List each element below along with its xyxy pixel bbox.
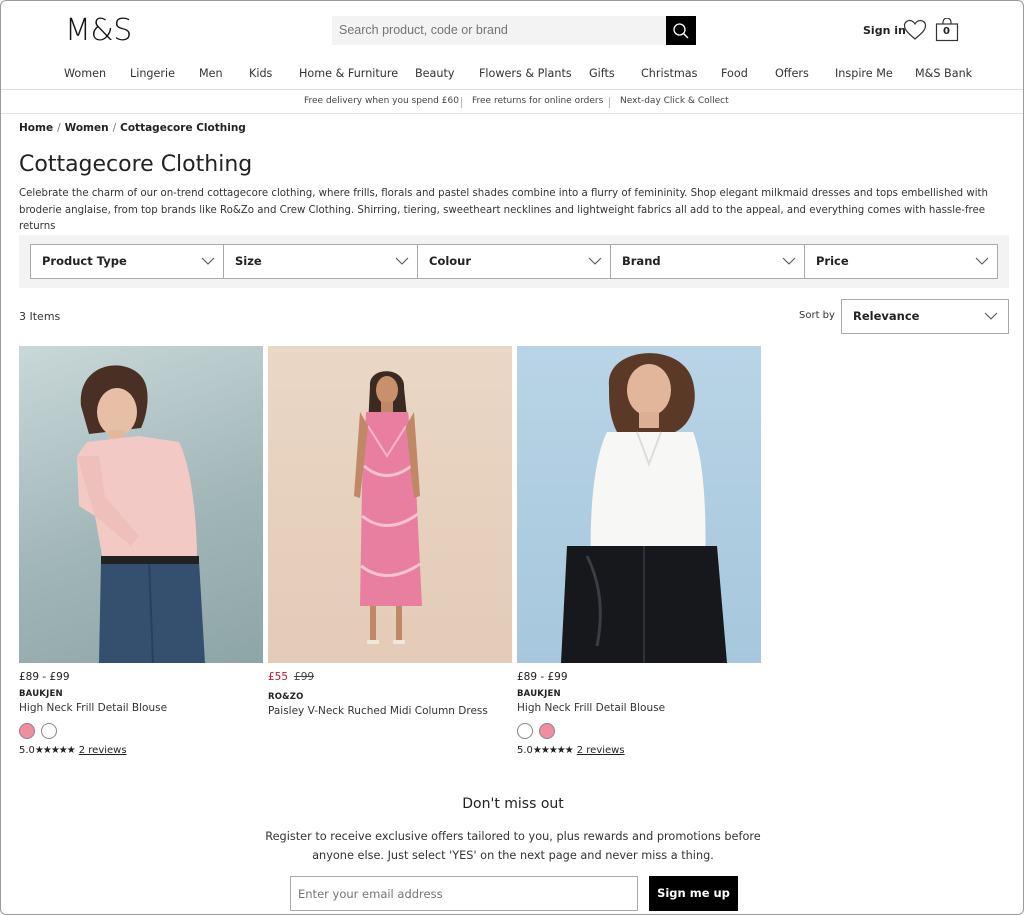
product-image[interactable] <box>268 346 512 663</box>
filter-size[interactable]: Size <box>223 244 418 279</box>
model-blouse-white-illustration <box>561 353 727 663</box>
usp-separator <box>609 97 610 108</box>
breadcrumb-women[interactable]: Women <box>65 122 109 134</box>
swatch-pink[interactable] <box>539 723 555 739</box>
product-card[interactable]: £55 £99 RO&ZO Paisley V-Neck Ruched Midi … <box>268 346 512 717</box>
usp-click-collect[interactable]: Next-day Click & Collect <box>620 96 729 106</box>
nav-item-women[interactable]: Women <box>64 67 106 80</box>
sign-me-up-button[interactable]: Sign me up <box>649 876 738 911</box>
chevron-down-icon <box>588 257 602 265</box>
sort-select[interactable]: Relevance <box>841 299 1009 334</box>
breadcrumb-separator: / <box>57 122 61 134</box>
filter-label: Colour <box>429 254 472 268</box>
breadcrumb-separator: / <box>112 122 117 134</box>
product-rating: 5.0★★★★★ 2 reviews <box>517 745 625 756</box>
nav-divider <box>1 89 1023 90</box>
sort-value: Relevance <box>853 309 920 323</box>
heart-icon <box>903 19 927 40</box>
nav-item-home-furniture[interactable]: Home & Furniture <box>299 67 398 80</box>
filter-label: Brand <box>622 254 661 268</box>
colour-swatches <box>19 723 57 739</box>
product-name[interactable]: Paisley V-Neck Ruched Midi Column Dress <box>268 705 488 717</box>
product-name[interactable]: High Neck Frill Detail Blouse <box>517 702 665 714</box>
search-input[interactable] <box>332 16 666 45</box>
star-rating-icon: ★★★★★ <box>34 745 76 756</box>
model-blouse-pink-illustration <box>77 365 205 663</box>
page-frame: M&S Sign in 0 Women Lingerie Men Kids Ho… <box>0 0 1024 915</box>
star-rating-icon: ★★★★★ <box>532 745 574 756</box>
chevron-down-icon <box>782 257 796 265</box>
ms-logo[interactable]: M&S <box>65 13 132 48</box>
nav-item-gifts[interactable]: Gifts <box>589 67 615 80</box>
filter-label: Price <box>816 254 849 268</box>
swatch-pink[interactable] <box>19 723 35 739</box>
filter-label: Product Type <box>42 254 127 268</box>
page-description: Celebrate the charm of our on-trend cott… <box>19 188 988 232</box>
filter-price[interactable]: Price <box>804 244 998 279</box>
reviews-link[interactable]: 2 reviews <box>79 745 127 756</box>
product-rating: 5.0★★★★★ 2 reviews <box>19 745 127 756</box>
email-field[interactable] <box>290 876 638 911</box>
colour-swatches <box>517 723 555 739</box>
breadcrumb-current: Cottagecore Clothing <box>120 122 246 134</box>
product-price: £89 - £99 <box>517 671 568 683</box>
search-button[interactable] <box>666 16 696 45</box>
product-brand: BAUKJEN <box>19 689 63 699</box>
usp-free-returns[interactable]: Free returns for online orders <box>472 96 603 106</box>
product-image[interactable] <box>517 346 761 663</box>
chevron-down-icon <box>975 257 989 265</box>
filter-bar: Product Type Size Colour Brand Price <box>19 235 1009 288</box>
chevron-down-icon <box>395 257 409 265</box>
nav-item-kids[interactable]: Kids <box>249 67 272 80</box>
sale-price: £55 <box>268 671 289 683</box>
reviews-link[interactable]: 2 reviews <box>577 745 625 756</box>
product-price: £55 £99 <box>268 671 314 683</box>
search-icon <box>673 22 689 38</box>
nav-item-men[interactable]: Men <box>199 67 223 80</box>
swatch-white[interactable] <box>41 723 57 739</box>
product-card[interactable]: £89 - £99 BAUKJEN High Neck Frill Detail… <box>517 346 761 756</box>
item-count: 3 Items <box>19 310 61 323</box>
product-name[interactable]: High Neck Frill Detail Blouse <box>19 702 167 714</box>
wishlist-button[interactable] <box>903 19 927 45</box>
product-price: £89 - £99 <box>19 671 70 683</box>
breadcrumb: Home / Women / Cottagecore Clothing <box>19 122 246 134</box>
nav-item-ms-bank[interactable]: M&S Bank <box>915 67 972 80</box>
nav-item-beauty[interactable]: Beauty <box>415 67 455 80</box>
filter-label: Size <box>235 254 262 268</box>
model-dress-pink-illustration <box>354 371 422 644</box>
newsletter-title: Don't miss out <box>462 796 564 812</box>
nav-item-christmas[interactable]: Christmas <box>641 67 697 80</box>
bag-count: 0 <box>943 26 950 37</box>
chevron-down-icon <box>201 257 215 265</box>
usp-separator <box>461 97 462 108</box>
nav-item-food[interactable]: Food <box>721 67 748 80</box>
sort-label: Sort by <box>799 310 835 321</box>
nav-item-offers[interactable]: Offers <box>775 67 809 80</box>
filter-colour[interactable]: Colour <box>417 244 611 279</box>
nav-item-inspire-me[interactable]: Inspire Me <box>835 67 893 80</box>
chevron-down-icon <box>984 312 998 320</box>
usp-free-delivery[interactable]: Free delivery when you spend £60 <box>304 96 459 106</box>
was-price: £99 <box>294 671 315 683</box>
product-brand: RO&ZO <box>268 692 304 702</box>
rating-value: 5.0 <box>517 745 533 756</box>
usp-divider <box>1 113 1023 114</box>
nav-item-flowers-plants[interactable]: Flowers & Plants <box>479 67 572 80</box>
product-image[interactable] <box>19 346 263 663</box>
breadcrumb-home[interactable]: Home <box>19 122 53 134</box>
bag-button[interactable]: 0 <box>935 17 959 46</box>
filter-brand[interactable]: Brand <box>610 244 805 279</box>
swatch-white[interactable] <box>517 723 533 739</box>
product-card[interactable]: £89 - £99 BAUKJEN High Neck Frill Detail… <box>19 346 263 756</box>
sign-in-link[interactable]: Sign in <box>863 24 906 37</box>
newsletter-text: Register to receive exclusive offers tai… <box>265 830 761 862</box>
product-brand: BAUKJEN <box>517 689 561 699</box>
nav-item-lingerie[interactable]: Lingerie <box>130 67 175 80</box>
page-title: Cottagecore Clothing <box>19 152 253 177</box>
filter-product-type[interactable]: Product Type <box>30 244 224 279</box>
rating-value: 5.0 <box>19 745 35 756</box>
